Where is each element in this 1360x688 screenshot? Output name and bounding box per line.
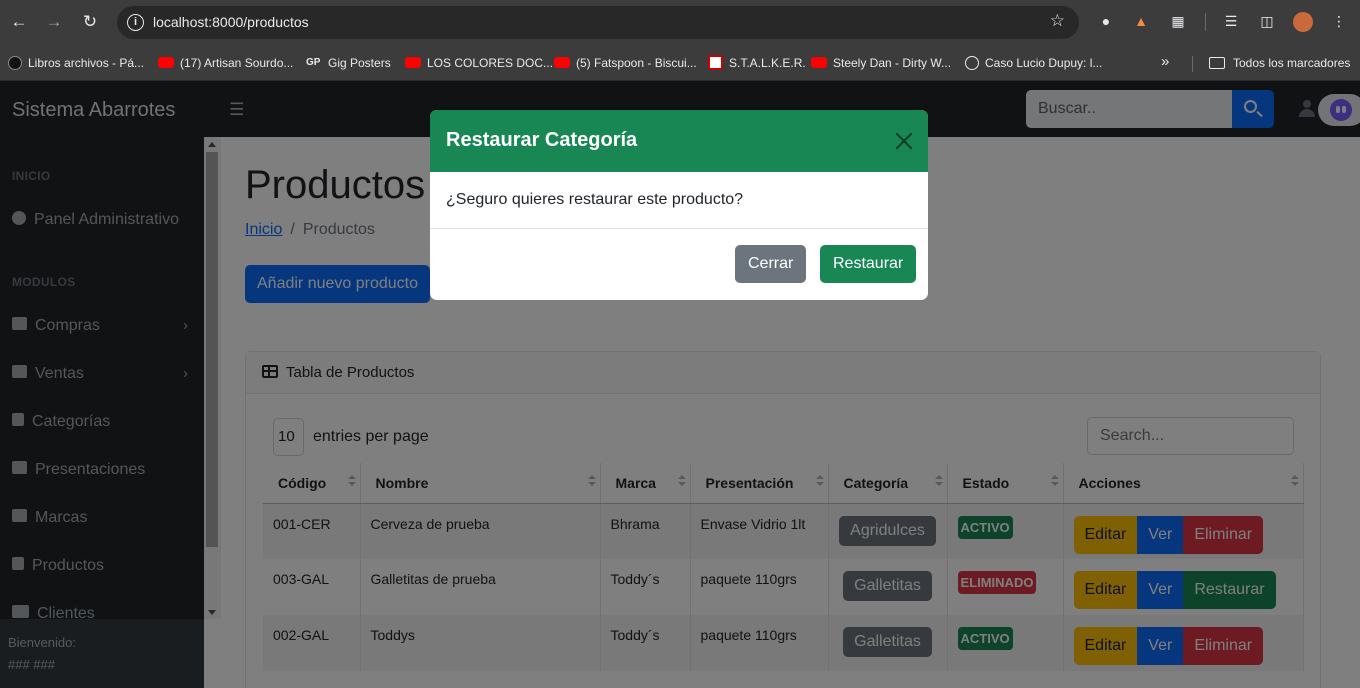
youtube-icon [811, 57, 827, 69]
bookmark-label: S.T.A.L.K.E.R. [729, 56, 806, 70]
bookmark-item[interactable]: (17) Artisan Sourdo... [158, 53, 293, 73]
bookmark-label: LOS COLORES DOC... [427, 56, 554, 70]
github-icon [8, 55, 22, 70]
side-panel-icon[interactable]: ◫ [1258, 12, 1276, 30]
bookmark-item[interactable]: Caso Lucio Dupuy: l... [965, 53, 1102, 73]
modal-footer: Cerrar Restaurar [430, 229, 928, 300]
toolbar-divider [1205, 13, 1206, 31]
browser-toolbar: ← → ↻ i localhost:8000/productos ☆ ● ▲ ▦… [0, 0, 1360, 45]
bookmark-label: Steely Dan - Dirty W... [833, 56, 952, 70]
modal-message: ¿Seguro quieres restaurar este producto? [430, 172, 928, 229]
youtube-icon [405, 57, 421, 69]
bookmarks-divider [1192, 56, 1193, 72]
reload-icon[interactable]: ↻ [79, 11, 101, 33]
close-icon[interactable] [894, 131, 914, 151]
restore-modal: Restaurar Categoría ¿Seguro quieres rest… [430, 110, 928, 300]
bookmark-item[interactable]: Libros archivos - Pá... [8, 53, 144, 73]
youtube-icon [554, 57, 570, 69]
gig-posters-icon: GP [306, 56, 321, 68]
all-bookmarks-folder[interactable]: Todos los marcadores [1209, 53, 1350, 73]
youtube-icon [158, 57, 174, 69]
extension-icon[interactable]: ● [1097, 12, 1115, 30]
browser-menu-icon[interactable]: ⋮ [1330, 12, 1348, 30]
bookmark-item[interactable]: LOS COLORES DOC... [405, 53, 553, 73]
bookmark-label: Libros archivos - Pá... [28, 56, 145, 70]
bookmark-item[interactable]: GP Gig Posters [306, 53, 391, 73]
bookmark-label: Caso Lucio Dupuy: l... [985, 56, 1103, 70]
extension-icon[interactable]: ▲ [1132, 12, 1150, 30]
globe-icon [965, 55, 979, 70]
extensions-puzzle-icon[interactable]: ▦ [1169, 12, 1187, 30]
all-bookmarks-label: Todos los marcadores [1233, 56, 1351, 70]
stalker-icon [708, 55, 723, 71]
more-bookmarks-icon[interactable]: » [1161, 53, 1169, 70]
bookmark-label: (17) Artisan Sourdo... [180, 56, 294, 70]
modal-title: Restaurar Categoría [446, 129, 638, 151]
bookmark-item[interactable]: (5) Fatspoon - Biscui... [554, 53, 697, 73]
site-info-icon[interactable]: i [127, 14, 144, 31]
confirm-restore-button[interactable]: Restaurar [820, 245, 917, 283]
modal-header: Restaurar Categoría [430, 110, 928, 172]
media-control-icon[interactable]: ☰ [1222, 12, 1240, 30]
url-text[interactable]: localhost:8000/productos [153, 14, 309, 30]
bookmark-item[interactable]: S.T.A.L.K.E.R. [708, 53, 806, 73]
bookmark-item[interactable]: Steely Dan - Dirty W... [811, 53, 951, 73]
bookmark-label: Gig Posters [328, 56, 391, 70]
forward-icon[interactable]: → [43, 11, 65, 33]
bookmark-label: (5) Fatspoon - Biscui... [576, 56, 697, 70]
folder-icon [1209, 56, 1225, 69]
back-icon[interactable]: ← [8, 11, 30, 33]
bookmark-star-icon[interactable]: ☆ [1050, 11, 1065, 31]
profile-avatar[interactable] [1293, 12, 1313, 32]
cancel-button[interactable]: Cerrar [735, 245, 807, 283]
address-bar[interactable]: i localhost:8000/productos ☆ [117, 6, 1079, 39]
bookmarks-bar: Libros archivos - Pá... (17) Artisan Sou… [0, 45, 1360, 81]
